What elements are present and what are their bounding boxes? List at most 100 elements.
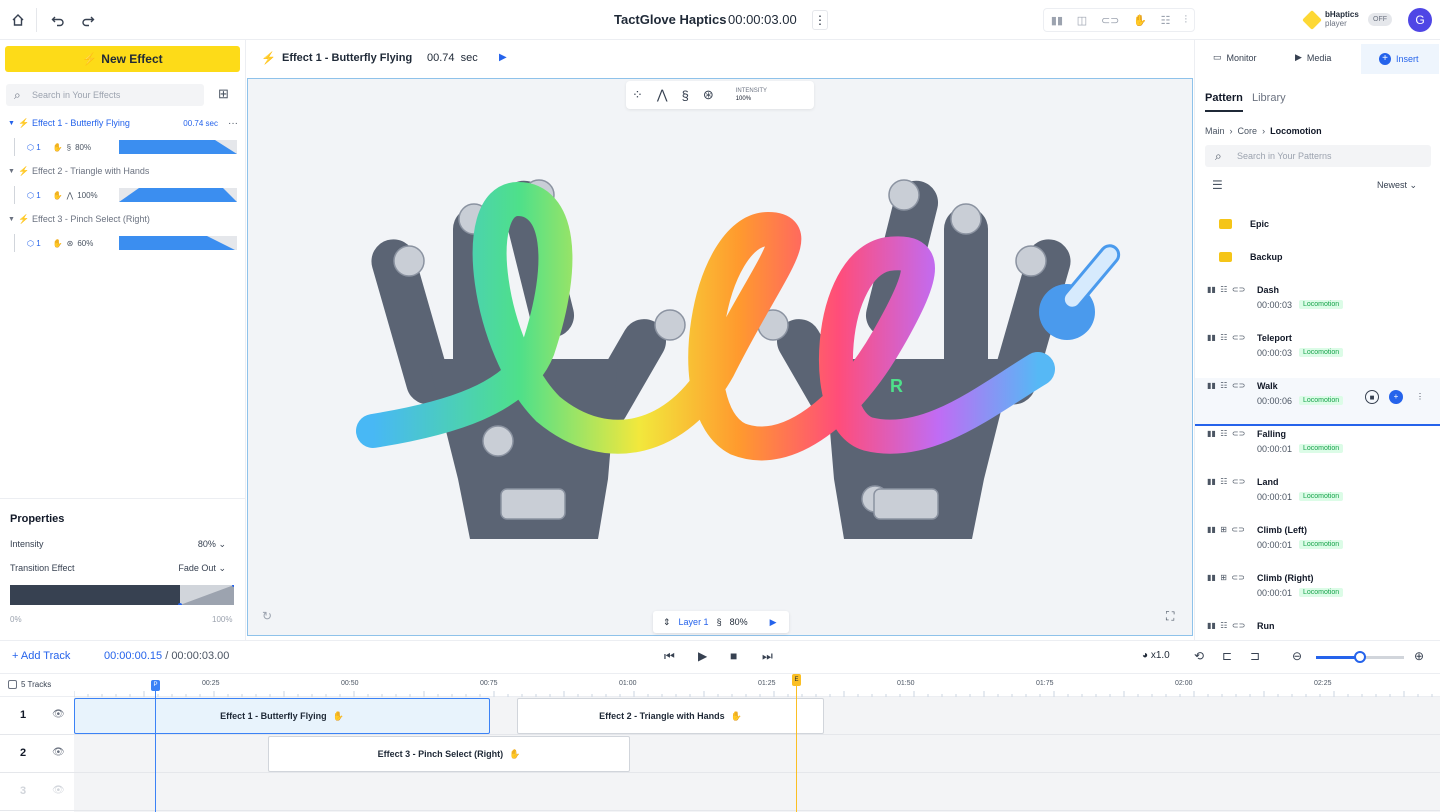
- transition-graph[interactable]: [10, 585, 234, 605]
- breadcrumb: Main › Core › Locomotion: [1205, 126, 1322, 136]
- sort-select[interactable]: Newest ⌄: [1377, 180, 1417, 191]
- pattern-canvas[interactable]: R ⁘ ⋀ § ⊛ INTENSITY 100% ↻ ⛶ ⇕ Layer 1 § …: [247, 78, 1193, 636]
- playhead-handle[interactable]: P: [151, 680, 160, 691]
- breadcrumb-main[interactable]: Main: [1205, 126, 1225, 136]
- path-tool-icon[interactable]: ⋀: [657, 87, 668, 103]
- caret-down-icon[interactable]: ▼: [8, 216, 18, 223]
- zoom-out-icon[interactable]: ⊖: [1292, 649, 1302, 663]
- speed-control[interactable]: ◕ x1.0: [1142, 650, 1170, 661]
- tab-monitor[interactable]: ▭ Monitor: [1213, 52, 1257, 63]
- end-marker-handle[interactable]: E: [792, 674, 801, 686]
- layer-selector[interactable]: ⇕ Layer 1 § 80% ▶: [653, 611, 789, 633]
- intensity-select[interactable]: 80% ⌄: [198, 539, 226, 550]
- eye-icon[interactable]: 👁: [52, 747, 65, 758]
- playhead-line: [155, 680, 156, 812]
- track-number: 3: [20, 785, 27, 797]
- zoom-handle[interactable]: [1354, 651, 1366, 663]
- caret-down-icon[interactable]: ▼: [8, 168, 18, 175]
- tab-library[interactable]: Library: [1252, 92, 1286, 104]
- filter-icon[interactable]: ☰: [1212, 178, 1223, 192]
- add-pattern-button[interactable]: +: [1389, 390, 1403, 404]
- pattern-name: Teleport: [1257, 333, 1292, 343]
- effect-more-button[interactable]: ···: [228, 118, 238, 129]
- tab-pattern[interactable]: Pattern: [1205, 92, 1243, 112]
- player-toggle[interactable]: OFF: [1368, 13, 1392, 26]
- stop-button[interactable]: ■: [1365, 390, 1379, 404]
- bhaptics-sub: player: [1325, 19, 1347, 28]
- effect-track[interactable]: ⬡ 1 ✋ ⋀ 100%: [14, 186, 238, 204]
- tab-insert[interactable]: + Insert: [1361, 44, 1439, 74]
- search-placeholder: Search in Your Effects: [32, 90, 121, 100]
- pattern-item[interactable]: ▮▮ ☷ ⊂⊃ Run: [1195, 618, 1440, 640]
- effect-item[interactable]: ▼ ⚡ Effect 3 - Pinch Select (Right): [8, 210, 240, 228]
- checkbox[interactable]: [8, 680, 17, 689]
- transition-property: Transition Effect Fade Out ⌄: [10, 563, 226, 573]
- pattern-item[interactable]: ▮▮ ☷ ⊂⊃ Dash 00:00:03 Locomotion: [1195, 282, 1440, 330]
- effect-item[interactable]: ▼ ⚡ Effect 2 - Triangle with Hands: [8, 162, 240, 180]
- timeline-clip[interactable]: Effect 3 - Pinch Select (Right) ✋: [268, 736, 630, 772]
- effect-track[interactable]: ⬡ 1 ✋ ⊛ 60%: [14, 234, 238, 252]
- pinch-tool-icon[interactable]: ⊛: [703, 87, 714, 103]
- hand-icon[interactable]: ✋: [1133, 14, 1147, 27]
- reset-icon[interactable]: ↻: [262, 609, 272, 623]
- breadcrumb-core[interactable]: Core: [1238, 126, 1258, 136]
- pattern-item[interactable]: ▮▮ ☷ ⊂⊃ Land 00:00:01 Locomotion: [1195, 474, 1440, 522]
- tab-media[interactable]: ▶ Media: [1295, 52, 1331, 63]
- search-effects-input[interactable]: ⌕ Search in Your Effects: [6, 84, 204, 106]
- eye-icon[interactable]: 👁: [52, 709, 65, 720]
- select-all-tracks[interactable]: 5 Tracks: [8, 680, 51, 689]
- redo-icon[interactable]: [78, 10, 98, 30]
- tracks-count: 5 Tracks: [21, 680, 52, 689]
- link-icon[interactable]: ⊂⊃: [1101, 14, 1119, 27]
- folder-item[interactable]: Backup: [1219, 252, 1283, 262]
- end-marker-line: [796, 676, 797, 812]
- pattern-tag: Locomotion: [1299, 396, 1344, 405]
- add-folder-icon[interactable]: ⊞: [218, 86, 229, 102]
- pattern-item[interactable]: ▮▮ ☷ ⊂⊃ Falling 00:00:01 Locomotion: [1195, 426, 1440, 474]
- align-start-icon[interactable]: ⊏: [1222, 649, 1232, 663]
- play-effect-button[interactable]: ▶: [499, 52, 507, 63]
- points-tool-icon[interactable]: ⁘: [632, 87, 643, 103]
- layers-icon[interactable]: ⫶: [1184, 14, 1187, 27]
- wave-tool-icon[interactable]: §: [682, 88, 689, 103]
- eye-icon[interactable]: 👁: [52, 785, 65, 796]
- pattern-name: Climb (Right): [1257, 573, 1314, 583]
- glove-icon[interactable]: ▮▮: [1051, 14, 1063, 27]
- more-menu-button[interactable]: ⋮: [812, 10, 828, 30]
- pattern-item[interactable]: ▮▮ ☷ ⊂⊃ Teleport 00:00:03 Locomotion: [1195, 330, 1440, 378]
- effect-track[interactable]: ⬡ 1 ✋ § 80%: [14, 138, 238, 156]
- search-patterns-input[interactable]: ⌕ Search in Your Patterns: [1205, 145, 1431, 167]
- skip-back-icon[interactable]: ⏮: [664, 649, 675, 664]
- track-row[interactable]: 2 👁: [0, 735, 1440, 773]
- timeline-clip[interactable]: Effect 1 - Butterfly Flying ✋: [74, 698, 490, 734]
- timeline-clip[interactable]: Effect 2 - Triangle with Hands ✋: [517, 698, 824, 734]
- fullscreen-icon[interactable]: ⛶: [1166, 609, 1174, 624]
- pattern-more-button[interactable]: ⋮: [1413, 390, 1427, 404]
- play-icon[interactable]: ▶: [698, 649, 707, 663]
- grid-icon[interactable]: ☷: [1161, 14, 1171, 27]
- skip-forward-icon[interactable]: ⏭: [762, 649, 773, 664]
- folder-item[interactable]: Epic: [1219, 219, 1269, 229]
- play-layer-button[interactable]: ▶: [770, 617, 777, 628]
- effect-item[interactable]: ▼ ⚡ Effect 1 - Butterfly Flying 00.74 se…: [8, 114, 240, 132]
- home-icon[interactable]: [8, 10, 28, 30]
- timeline-ruler[interactable]: 5 Tracks 00:25 00:50 00:75 01:00 01:25 0…: [0, 675, 1440, 697]
- align-end-icon[interactable]: ⊐: [1250, 649, 1260, 663]
- camera-icon[interactable]: ◫: [1077, 14, 1087, 27]
- new-effect-button[interactable]: ⚡ New Effect: [5, 46, 240, 72]
- caret-down-icon[interactable]: ▼: [8, 120, 18, 127]
- intensity-control[interactable]: INTENSITY 100%: [736, 87, 767, 103]
- stop-icon[interactable]: ■: [730, 649, 737, 663]
- pattern-item[interactable]: ▮▮ ⊞ ⊂⊃ Climb (Right) 00:00:01 Locomotio…: [1195, 570, 1440, 618]
- avatar[interactable]: G: [1408, 8, 1432, 32]
- transition-select[interactable]: Fade Out ⌄: [178, 563, 226, 574]
- pattern-item[interactable]: ▮▮ ⊞ ⊂⊃ Climb (Left) 00:00:01 Locomotion: [1195, 522, 1440, 570]
- loop-icon[interactable]: ⟲: [1194, 649, 1204, 663]
- undo-icon[interactable]: [48, 10, 68, 30]
- add-track-button[interactable]: + Add Track: [12, 650, 70, 662]
- zoom-slider[interactable]: [1316, 651, 1404, 663]
- pattern-item[interactable]: ▮▮ ☷ ⊂⊃ Walk 00:00:06 Locomotion ■ + ⋮: [1195, 378, 1440, 426]
- hand-icon: ✋: [730, 710, 742, 721]
- track-row[interactable]: 3 👁: [0, 773, 1440, 811]
- zoom-in-icon[interactable]: ⊕: [1414, 649, 1424, 663]
